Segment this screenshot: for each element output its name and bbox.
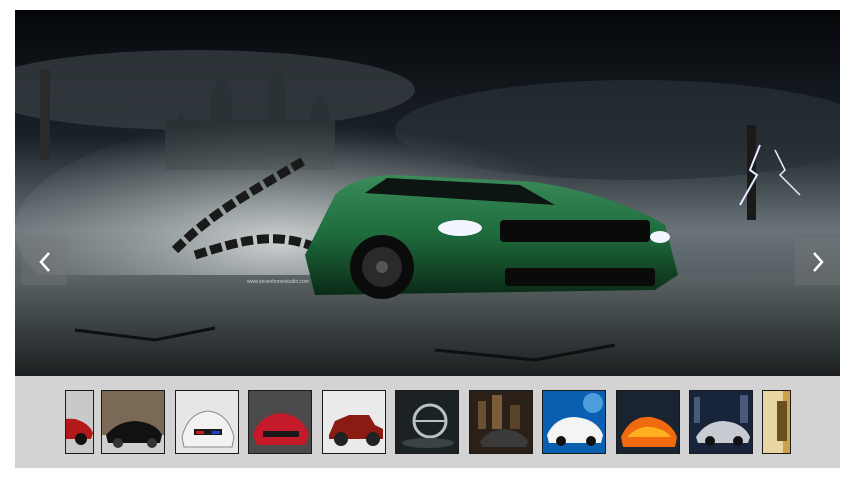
thumbnail-city-night-car[interactable]: [469, 390, 533, 454]
next-slide-button[interactable]: [795, 238, 840, 285]
thumbnail-white-mustang-blue[interactable]: [542, 390, 606, 454]
image-slider: www.sevenhorsestudio.com: [15, 10, 840, 468]
chevron-left-icon: [38, 251, 50, 272]
main-slide-image: www.sevenhorsestudio.com: [15, 10, 840, 376]
chevron-right-icon: [812, 251, 824, 272]
slide-watermark: www.sevenhorsestudio.com: [247, 279, 309, 285]
thumbnail-red-car[interactable]: [65, 390, 94, 454]
previous-slide-button[interactable]: [22, 238, 67, 285]
thumbnail-red-concept-car[interactable]: [248, 390, 312, 454]
thumbnail-black-sedan[interactable]: [101, 390, 165, 454]
thumbnail-strip: [15, 376, 840, 468]
thumbnail-golden-car[interactable]: [762, 390, 791, 454]
thumbnail-list: [65, 390, 791, 454]
thumbnail-bmw-i8-night[interactable]: [689, 390, 753, 454]
thumbnail-fire-car[interactable]: [616, 390, 680, 454]
thumbnail-vintage-red-car[interactable]: [322, 390, 386, 454]
thumbnail-steering-wheel-art[interactable]: [395, 390, 459, 454]
thumbnail-white-police-car[interactable]: [175, 390, 239, 454]
